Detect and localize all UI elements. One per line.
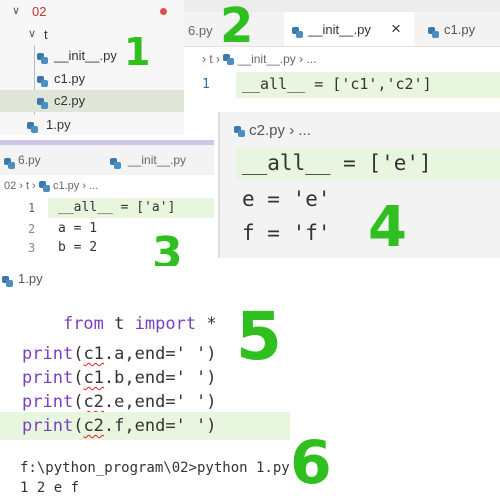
keyword-from: from xyxy=(62,314,104,334)
code-line-print-c2f[interactable]: print(c2.f,end=' ') xyxy=(22,416,217,436)
builtin-print: print xyxy=(22,416,74,436)
annotation-marker-4: 4 xyxy=(368,195,407,260)
annotation-marker-1: 1 xyxy=(124,30,151,74)
line-number: 2 xyxy=(28,222,36,236)
annotation-marker-6: 6 xyxy=(290,428,332,498)
undefined-name: c2 xyxy=(83,392,104,412)
close-icon[interactable]: × xyxy=(391,19,401,39)
tab-label: 1.py xyxy=(18,271,43,286)
chevron-right-icon: › xyxy=(299,52,304,66)
explorer-panel: ∨ 02 ∨ t __init__.py c1.py c2.py 1.py xyxy=(0,0,184,135)
chevron-right-icon: › xyxy=(202,52,206,66)
breadcrumb-item: ... xyxy=(89,180,99,192)
code-line[interactable]: __all__ = ['e'] xyxy=(242,151,432,175)
python-file-icon xyxy=(37,53,48,65)
python-file-icon xyxy=(2,276,13,288)
folder-row-02[interactable]: ∨ 02 xyxy=(0,2,184,22)
line-number: 1 xyxy=(28,201,36,215)
breadcrumb-item[interactable]: t xyxy=(26,180,29,192)
folder-row-t[interactable]: ∨ t xyxy=(0,25,184,45)
tab-1py[interactable]: 1.py xyxy=(0,266,80,290)
file-name: c2.py xyxy=(54,93,86,108)
breadcrumb-item[interactable]: t xyxy=(209,52,212,66)
code-line[interactable]: e = 'e' xyxy=(242,187,331,211)
undefined-name: c1 xyxy=(83,344,104,364)
breadcrumb-item: ... xyxy=(306,52,317,66)
breadcrumb-item[interactable]: c2.py xyxy=(249,122,285,139)
code-line-print-c1b[interactable]: print(c1.b,end=' ') xyxy=(22,368,217,388)
terminal-panel: f:\python_program\02>python 1.py 1 2 e f xyxy=(0,444,500,500)
chevron-right-icon: › xyxy=(19,180,23,192)
file-row-init[interactable]: __init__.py xyxy=(0,45,184,67)
modified-dot-icon xyxy=(160,8,167,15)
code-line[interactable]: __all__ = ['c1','c2'] xyxy=(242,75,432,93)
editor-panel-c2: c2.py › ... __all__ = ['e'] e = 'e' f = … xyxy=(218,112,500,258)
code-line[interactable]: b = 2 xyxy=(58,240,97,255)
builtin-print: print xyxy=(22,368,74,388)
tab-c1py[interactable]: c1.py xyxy=(420,12,500,46)
breadcrumb: › t › __init__.py › ... xyxy=(202,52,316,66)
builtin-print: print xyxy=(22,344,74,364)
tab-label: 6.py xyxy=(188,23,213,38)
python-file-icon xyxy=(234,125,245,137)
chevron-down-icon: ∨ xyxy=(28,28,37,40)
tab-label: 6.py xyxy=(18,153,41,167)
python-file-icon xyxy=(37,76,48,88)
line-number: 3 xyxy=(28,241,36,255)
undefined-name: c1 xyxy=(83,368,104,388)
wildcard: * xyxy=(206,314,217,334)
breadcrumb-item: ... xyxy=(298,122,311,139)
annotation-marker-2: 2 xyxy=(220,0,254,54)
breadcrumb-item[interactable]: c1.py xyxy=(53,180,79,192)
breadcrumb: c2.py › ... xyxy=(234,122,311,139)
keyword-import: import xyxy=(134,314,197,334)
tab-label: c1.py xyxy=(444,22,476,37)
python-file-icon xyxy=(223,54,235,66)
file-name: 1.py xyxy=(46,117,71,132)
file-row-1py[interactable]: 1.py xyxy=(0,114,184,136)
file-row-c1[interactable]: c1.py xyxy=(0,68,184,90)
breadcrumb-item[interactable]: 02 xyxy=(4,180,16,192)
file-name: c1.py xyxy=(54,71,86,86)
chevron-right-icon: › xyxy=(32,180,36,192)
undefined-name: c2 xyxy=(83,416,104,436)
module-name: t xyxy=(114,314,125,334)
tab-label: __init__.py xyxy=(128,153,187,167)
python-file-icon xyxy=(110,158,121,170)
builtin-print: print xyxy=(22,392,74,412)
chevron-right-icon: › xyxy=(289,122,295,139)
line-number: 1 xyxy=(202,77,210,92)
subfolder-name: t xyxy=(44,27,48,42)
file-row-c2-selected[interactable]: c2.py xyxy=(0,90,184,112)
terminal-command[interactable]: f:\python_program\02>python 1.py xyxy=(20,460,290,476)
python-file-icon xyxy=(292,27,303,39)
python-file-icon xyxy=(428,27,439,39)
tab-init-active[interactable]: __init__.py × xyxy=(284,12,414,46)
chevron-down-icon: ∨ xyxy=(12,5,21,17)
python-file-icon xyxy=(27,122,38,134)
code-line-print-c2e[interactable]: print(c2.e,end=' ') xyxy=(22,392,217,412)
tab-init[interactable]: __init__.py xyxy=(98,145,214,175)
chevron-right-icon: › xyxy=(82,180,86,192)
file-name: __init__.py xyxy=(54,48,117,63)
code-line[interactable]: f = 'f' xyxy=(242,221,331,245)
breadcrumb: 02 › t › c1.py › ... xyxy=(4,180,98,192)
annotation-marker-5: 5 xyxy=(236,298,282,375)
code-line[interactable]: __all__ = ['a'] xyxy=(58,200,175,215)
python-file-icon xyxy=(38,180,50,192)
chevron-right-icon: › xyxy=(216,52,221,66)
tab-6py[interactable]: 6.py xyxy=(0,145,96,175)
python-file-icon xyxy=(37,98,48,110)
tab-bar-main: 6.py __init__.py xyxy=(0,145,214,175)
code-line-print-c1a[interactable]: print(c1.a,end=' ') xyxy=(22,344,217,364)
terminal-output: 1 2 e f xyxy=(20,480,80,496)
code-line[interactable]: a = 1 xyxy=(58,221,97,236)
tab-label: __init__.py xyxy=(308,22,371,37)
folder-name: 02 xyxy=(32,4,47,19)
python-file-icon xyxy=(4,158,15,170)
breadcrumb-item[interactable]: __init__.py xyxy=(238,52,296,66)
